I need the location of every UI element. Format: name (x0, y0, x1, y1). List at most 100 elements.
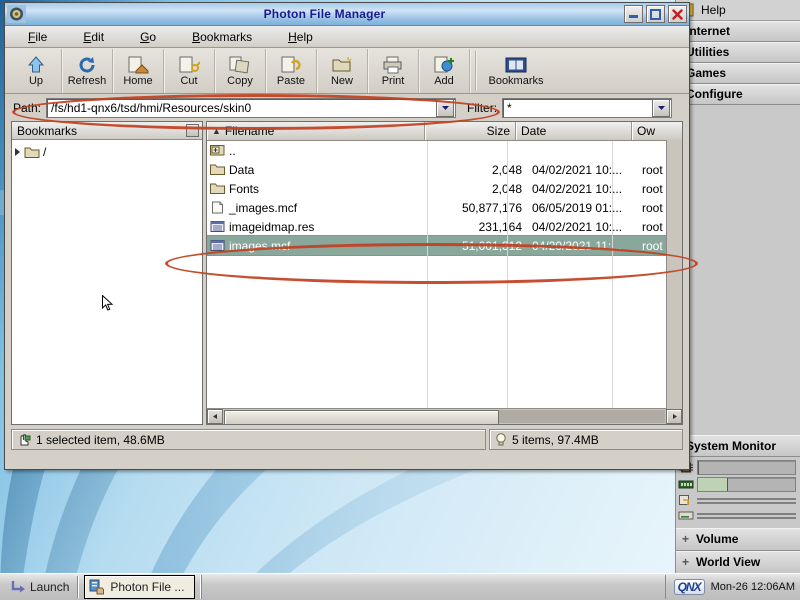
arrow-right-icon (672, 414, 677, 419)
application-icon (89, 579, 105, 595)
scroll-right-button[interactable] (666, 409, 682, 424)
refresh-icon (79, 57, 95, 73)
shelf-help-item[interactable]: ? Help (676, 0, 800, 21)
file-date-cell: 04/02/2021 10:... (532, 162, 623, 177)
bookmark-tree-item-root[interactable]: / (15, 145, 202, 159)
toolbar-label-refresh: Refresh (67, 75, 107, 87)
toolbar-button-copy[interactable]: Copy (215, 49, 266, 93)
system-monitor-gauges (676, 457, 800, 528)
menu-edit[interactable]: Edit (74, 30, 113, 44)
shelf-group-utilities[interactable]: Utilities (676, 42, 800, 63)
shelf-expander-world-view[interactable]: + World View (676, 551, 800, 574)
file-size-cell: 2,048 (442, 182, 527, 196)
file-list-rows: .. Data 2,048 04/02/2021 10:... (207, 141, 682, 408)
minimize-button[interactable] (624, 5, 643, 23)
shelf-group-games[interactable]: Games (676, 63, 800, 84)
column-header-owner-label: Ow (637, 124, 655, 138)
window-titlebar[interactable]: Photon File Manager (5, 3, 689, 26)
chevron-down-icon (657, 106, 665, 110)
shelf-group-internet[interactable]: Internet (676, 21, 800, 42)
right-shelf: ? Help Internet Utilities Games Configur… (675, 0, 800, 574)
toolbar-button-add[interactable]: Add (419, 49, 470, 93)
network-gauge-1 (697, 512, 796, 515)
toolbar-button-new[interactable]: New (317, 49, 368, 93)
toolbar-label-home: Home (123, 75, 153, 87)
toolbar-button-print[interactable]: Print (368, 49, 419, 93)
toolbar-separator (475, 51, 476, 91)
toolbar-button-up[interactable]: Up (11, 49, 62, 93)
file-name-cell: imageidmap.res (207, 220, 442, 234)
file-name-cell: .. (207, 144, 442, 158)
column-header-size[interactable]: Size (425, 122, 516, 140)
table-row[interactable]: imageidmap.res 231,164 04/02/2021 10:...… (207, 217, 682, 236)
sort-ascending-icon: ▲ (212, 126, 221, 136)
launch-button-label: Launch (30, 580, 70, 594)
shelf-expander-volume-label: Volume (696, 532, 739, 546)
lightbulb-icon (496, 433, 506, 446)
bookmarks-pane-resize-handle[interactable] (186, 124, 199, 137)
bookmarks-tree: / (12, 140, 202, 424)
column-header-date[interactable]: Date (516, 122, 632, 140)
file-list-pane: ▲ Filename Size Date Ow .. Data 04/02/20… (206, 121, 683, 425)
file-size-cell: 231,164 (478, 219, 522, 234)
close-button[interactable] (668, 5, 687, 23)
filter-dropdown-button[interactable] (652, 98, 671, 117)
shelf-group-configure[interactable]: Configure (676, 84, 800, 105)
toolbar-label-print: Print (381, 75, 405, 87)
table-row[interactable]: .. (207, 141, 682, 160)
toolbar-button-bookmarks[interactable]: Bookmarks (481, 49, 551, 93)
chevron-down-icon (441, 106, 449, 110)
shelf-expander-volume[interactable]: + Volume (676, 528, 800, 551)
content-panes: Bookmarks / ▲ Filename Size Date Ow .. D… (5, 121, 689, 425)
filter-input[interactable]: * (503, 101, 651, 115)
status-selection: 1 selected item, 48.6MB (11, 429, 486, 450)
path-label: Path: (13, 100, 42, 115)
toolbar-label-bookmarks: Bookmarks (488, 75, 544, 87)
taskbar-spacer (201, 575, 664, 599)
bookmarks-pane: Bookmarks / (11, 121, 203, 425)
scroll-left-button[interactable] (207, 409, 223, 424)
menu-go[interactable]: Go (131, 30, 165, 44)
gauge-row-network (678, 509, 796, 522)
scroll-track[interactable] (224, 410, 665, 424)
file-name-cell: Data (207, 163, 442, 177)
table-row[interactable]: Fonts 2,048 04/02/2021 10:... root (207, 179, 682, 198)
toolbar-button-refresh[interactable]: Refresh (62, 49, 113, 93)
cpu-gauge (697, 460, 796, 475)
table-row-selected[interactable]: images.mcf 51,001,312 04/20/2021 11:... … (207, 235, 682, 256)
scroll-thumb[interactable] (224, 410, 500, 424)
table-row[interactable]: _images.mcf 50,877,176 06/05/2019 01:...… (207, 198, 682, 217)
toolbar: Up Refresh Home Cut Copy Paste New Print… (5, 48, 689, 94)
taskbar-item-label: Photon File ... (110, 580, 185, 594)
cut-icon (179, 56, 200, 73)
close-icon (672, 8, 683, 20)
file-manager-window: Photon File Manager File Edit Go Bookmar… (4, 2, 690, 470)
launch-button[interactable]: Launch (3, 576, 79, 598)
file-name-cell: Fonts (207, 182, 442, 196)
table-row[interactable]: Data 2,048 04/02/2021 10:... root (207, 160, 682, 179)
file-name-cell: _images.mcf (207, 201, 442, 215)
gauge-row-disk (678, 494, 796, 507)
menu-file[interactable]: File (19, 30, 56, 44)
maximize-button[interactable] (646, 5, 665, 23)
toolbar-button-home[interactable]: Home (113, 49, 164, 93)
menu-help[interactable]: Help (279, 30, 322, 44)
path-dropdown-button[interactable] (436, 98, 455, 117)
column-header-date-label: Date (521, 124, 547, 138)
file-list-vertical-scrollbar[interactable] (666, 140, 682, 409)
file-list-horizontal-scrollbar[interactable] (207, 408, 682, 424)
filter-combobox[interactable]: * (502, 97, 673, 118)
paste-icon (281, 56, 301, 73)
taskbar-item-photon-file-manager[interactable]: Photon File ... (84, 575, 196, 599)
expand-triangle-icon[interactable] (15, 148, 20, 156)
column-header-filename[interactable]: ▲ Filename (207, 122, 425, 140)
toolbar-button-paste[interactable]: Paste (266, 49, 317, 93)
column-header-owner[interactable]: Ow (632, 122, 682, 140)
path-combobox[interactable]: /fs/hd1-qnx6/tsd/hmi/Resources/skin0 (46, 97, 457, 118)
toolbar-button-cut[interactable]: Cut (164, 49, 215, 93)
hand-select-icon (20, 433, 31, 445)
statusbar: 1 selected item, 48.6MB 5 items, 97.4MB (11, 429, 683, 450)
copy-icon (229, 56, 250, 74)
path-input[interactable]: /fs/hd1-qnx6/tsd/hmi/Resources/skin0 (47, 101, 435, 115)
menu-bookmarks[interactable]: Bookmarks (183, 30, 261, 44)
